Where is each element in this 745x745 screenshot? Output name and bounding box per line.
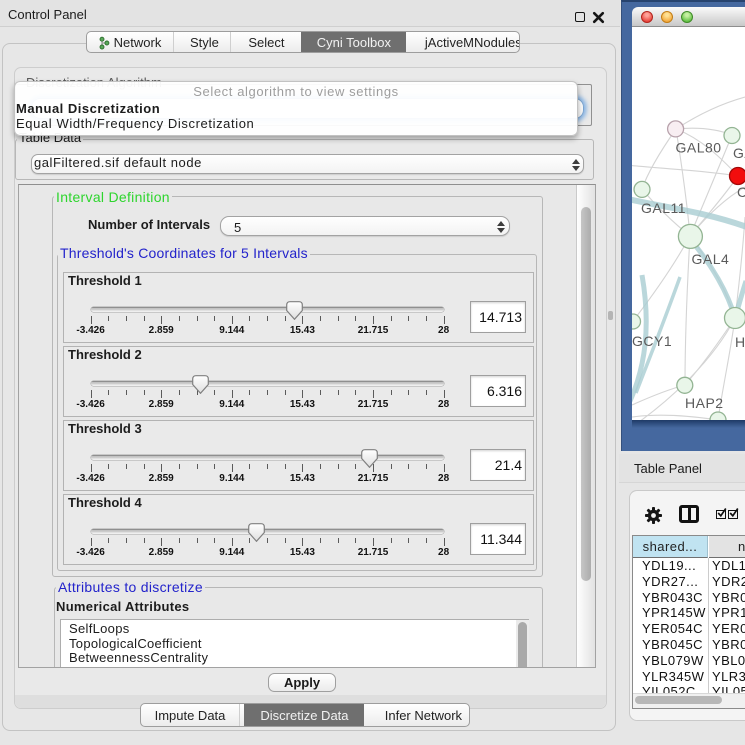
svg-text:HAP2: HAP2 [685, 395, 724, 411]
svg-text:CD: CD [737, 184, 745, 200]
svg-text:GAL80: GAL80 [676, 140, 722, 156]
svg-text:GAL11: GAL11 [641, 200, 686, 216]
svg-text:GAL: GAL [733, 145, 745, 161]
svg-text:GCY1: GCY1 [632, 333, 672, 349]
svg-text:HIS4: HIS4 [735, 334, 745, 350]
svg-text:GAL4: GAL4 [692, 251, 730, 267]
